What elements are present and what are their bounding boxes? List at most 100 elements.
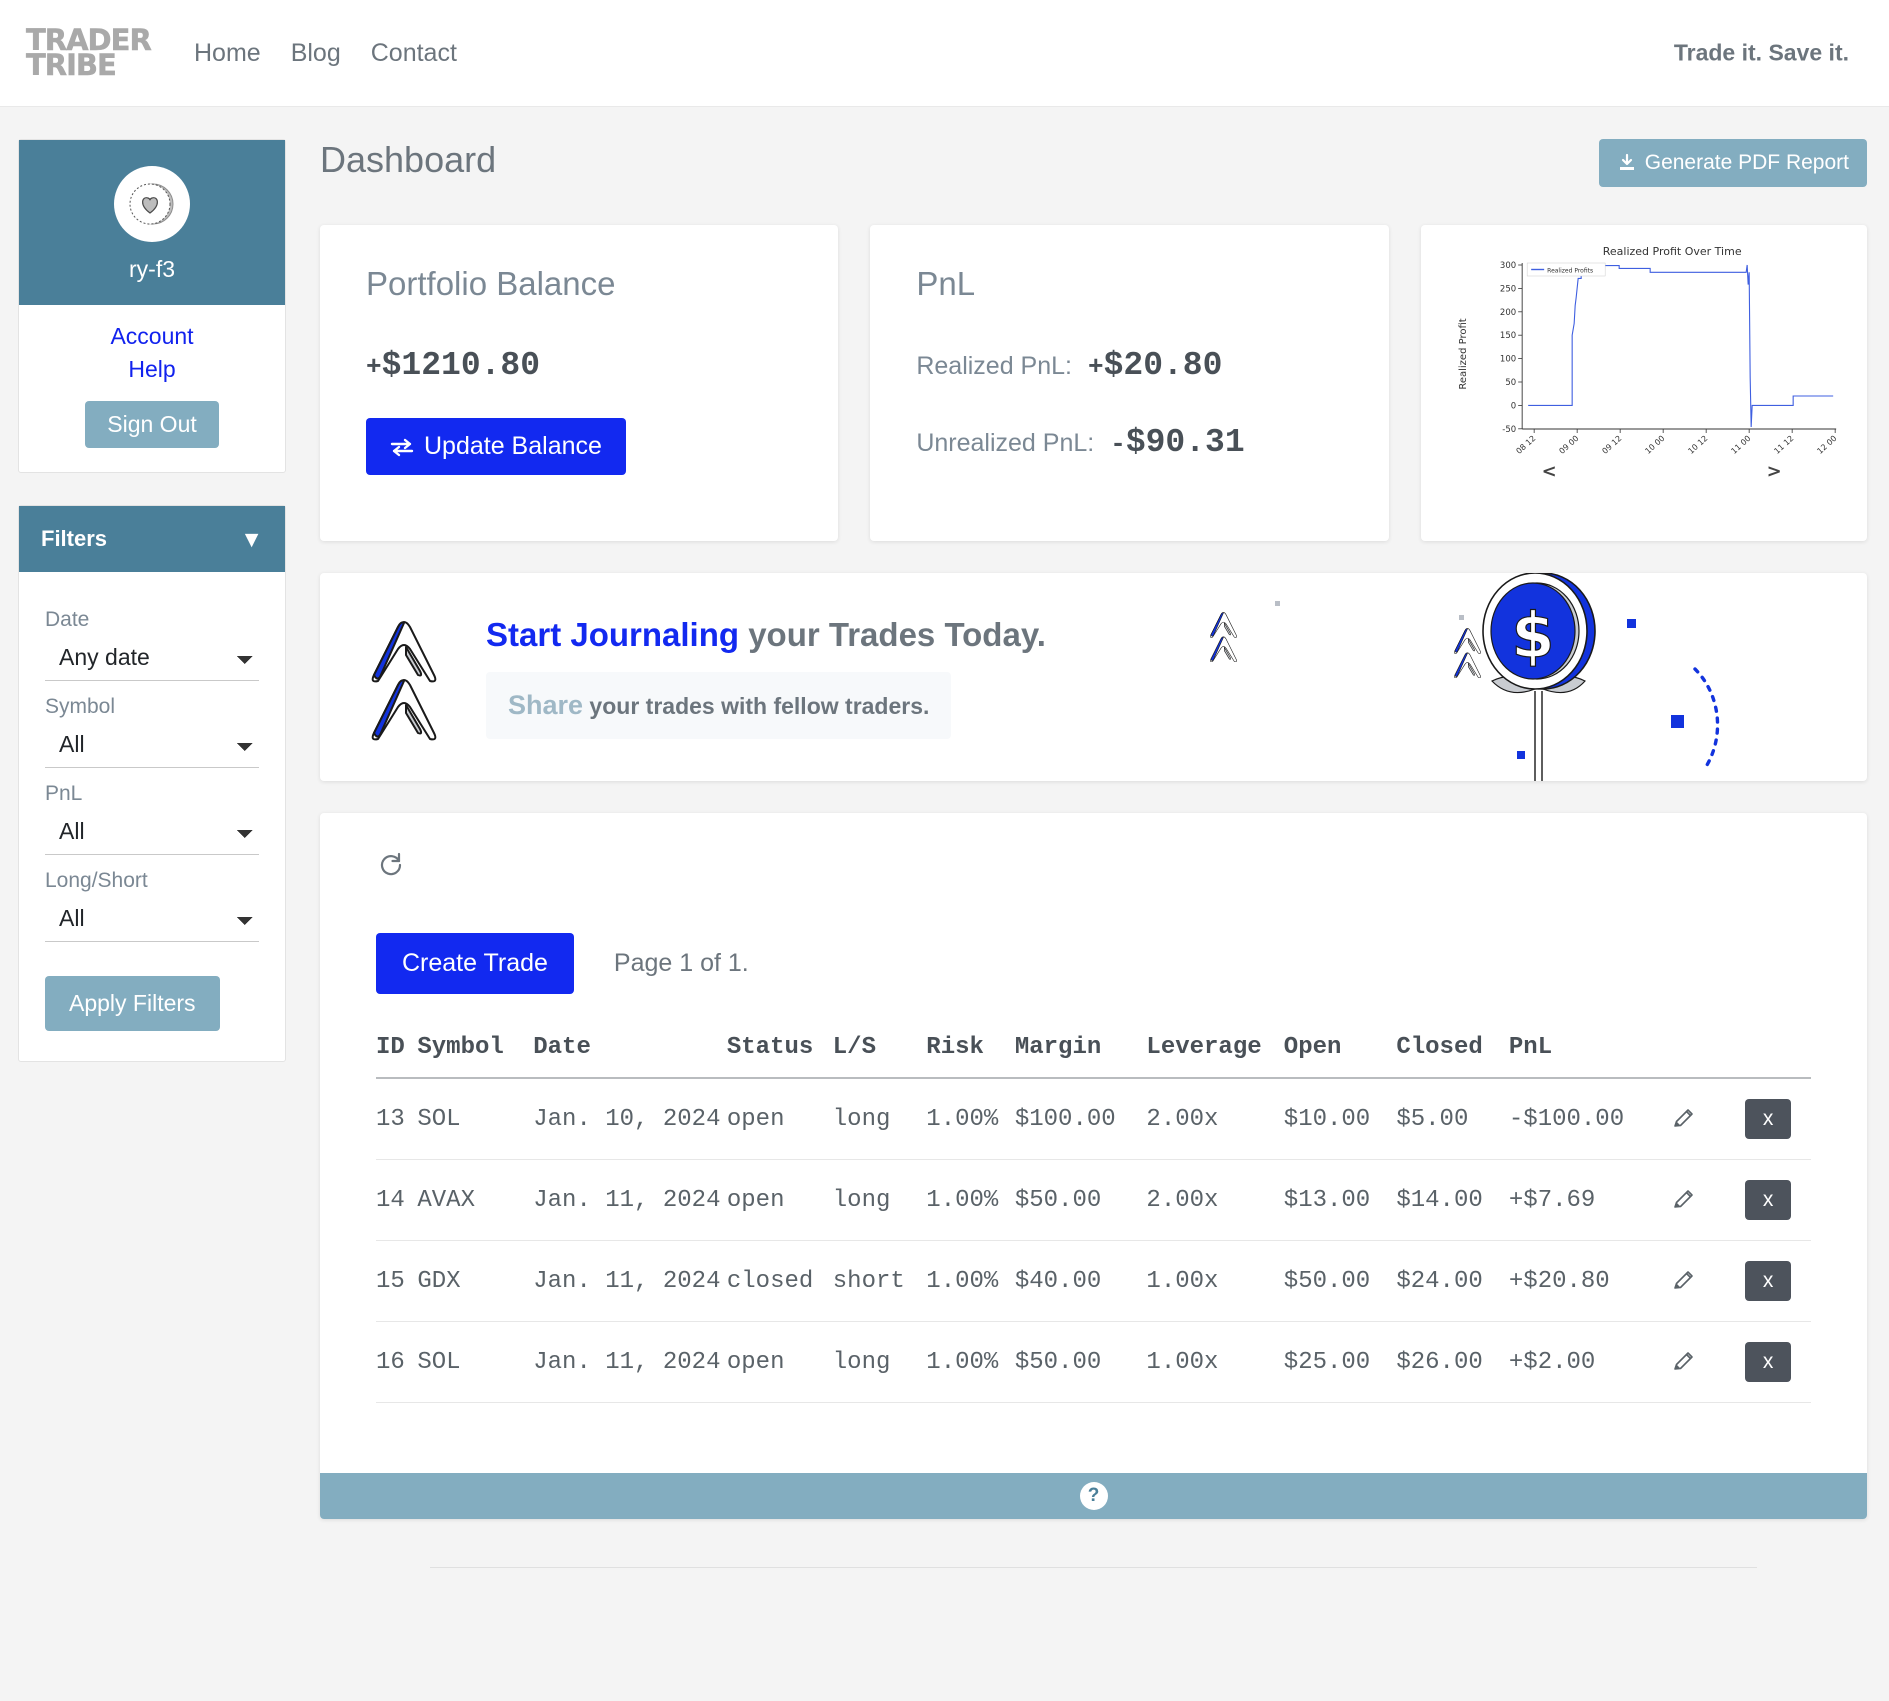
cell-symbol: SOL — [417, 1321, 534, 1403]
pencil-icon[interactable] — [1671, 1187, 1697, 1213]
chart-next-button[interactable]: > — [1766, 461, 1781, 482]
top-navbar: TRADER TRIBE Home Blog Contact Trade it.… — [0, 0, 1889, 107]
cell-delete: x — [1745, 1078, 1811, 1160]
create-trade-button[interactable]: Create Trade — [376, 933, 574, 994]
nav-link-blog[interactable]: Blog — [291, 39, 341, 68]
filter-label-longshort: Long/Short — [45, 869, 148, 892]
help-link[interactable]: Help — [19, 356, 285, 383]
nav-link-contact[interactable]: Contact — [371, 39, 457, 68]
cell-open: $10.00 — [1283, 1078, 1397, 1160]
pencil-icon[interactable] — [1671, 1106, 1697, 1132]
page-title: Dashboard — [320, 139, 497, 180]
filter-label-pnl: PnL — [45, 782, 83, 805]
heart-badge-icon — [129, 183, 174, 225]
realized-pnl-sign: + — [1087, 352, 1104, 382]
cell-pnl: +$7.69 — [1508, 1159, 1672, 1241]
cell-risk: 1.00% — [926, 1240, 1015, 1322]
cell-delete: x — [1745, 1240, 1811, 1322]
delete-trade-button[interactable]: x — [1745, 1342, 1792, 1382]
column-header-delete — [1745, 1034, 1811, 1079]
banner-subtext: Share your trades with fellow traders. — [486, 671, 952, 739]
cell-leverage: 2.00x — [1146, 1078, 1284, 1160]
stat-cards-row: Portfolio Balance +$1210.80 Update Balan… — [320, 225, 1867, 541]
profile-username: ry-f3 — [129, 256, 175, 282]
page-body: ry-f3 Account Help Sign Out Filters ▼ Da… — [0, 107, 1889, 1568]
cell-date: Jan. 11, 2024 — [533, 1321, 727, 1403]
cell-delete: x — [1745, 1159, 1811, 1241]
realized-profit-chart-card: Realized Profit Over Time Realized Profi… — [1420, 225, 1867, 541]
chart-title: Realized Profit Over Time — [1602, 245, 1741, 258]
cell-pnl: +$20.80 — [1508, 1240, 1672, 1322]
chevron-down-icon[interactable]: ▼ — [240, 527, 263, 551]
cell-leverage: 2.00x — [1146, 1159, 1284, 1241]
delete-trade-button[interactable]: x — [1745, 1099, 1792, 1139]
footer-divider — [430, 1567, 1757, 1568]
filter-select-pnl[interactable]: All — [45, 812, 259, 855]
cell-status: open — [726, 1321, 833, 1403]
column-header-closed: Closed — [1396, 1034, 1509, 1079]
filter-select-longshort[interactable]: All — [45, 899, 259, 942]
update-balance-button[interactable]: Update Balance — [366, 418, 626, 475]
cell-date: Jan. 10, 2024 — [533, 1078, 727, 1160]
filter-select-date[interactable]: Any date — [45, 638, 259, 681]
cell-date: Jan. 11, 2024 — [533, 1240, 727, 1322]
table-header-row: ID Symbol Date Status L/S Risk Margin Le… — [376, 1034, 1811, 1079]
cell-closed: $14.00 — [1396, 1159, 1509, 1241]
filter-select-symbol[interactable]: All — [45, 725, 259, 768]
unrealized-pnl-row: Unrealized PnL: -$90.31 — [916, 424, 1342, 461]
cell-id: 14 — [376, 1159, 418, 1241]
cell-risk: 1.00% — [926, 1321, 1015, 1403]
banner-subtext-strong: Share — [508, 689, 584, 720]
chart-series-realized-profits — [1527, 264, 1833, 428]
column-header-edit — [1671, 1034, 1746, 1079]
unrealized-pnl-label: Unrealized PnL: — [916, 429, 1095, 457]
column-header-ls: L/S — [832, 1034, 927, 1079]
filters-body: Date Any date Symbol All PnL All Long/Sh… — [19, 572, 285, 1061]
sign-out-button[interactable]: Sign Out — [85, 401, 219, 448]
banner-text: Start Journaling your Trades Today. Shar… — [486, 616, 1046, 739]
cell-margin: $50.00 — [1014, 1159, 1147, 1241]
chart-xtick-3: 10 00 — [1643, 434, 1666, 456]
column-header-margin: Margin — [1014, 1034, 1147, 1079]
cell-symbol: AVAX — [417, 1159, 534, 1241]
trades-panel: Create Trade Page 1 of 1. ID Symbol Date… — [320, 813, 1867, 1519]
pencil-icon[interactable] — [1671, 1268, 1697, 1294]
refresh-icon[interactable] — [376, 849, 406, 879]
nav-link-home[interactable]: Home — [194, 39, 261, 68]
pencil-icon[interactable] — [1671, 1349, 1697, 1375]
delete-trade-button[interactable]: x — [1745, 1180, 1792, 1220]
apply-filters-button[interactable]: Apply Filters — [45, 976, 220, 1031]
cell-edit — [1671, 1159, 1746, 1241]
brand-logo[interactable]: TRADER TRIBE — [26, 25, 152, 79]
journaling-banner: Start Journaling your Trades Today. Shar… — [320, 573, 1867, 781]
cell-edit — [1671, 1078, 1746, 1160]
generate-pdf-report-button[interactable]: Generate PDF Report — [1598, 139, 1867, 187]
account-link[interactable]: Account — [19, 323, 285, 350]
chart-prev-button[interactable]: < — [1541, 461, 1556, 482]
chart-xtick-5: 11 00 — [1729, 434, 1752, 456]
cell-status: open — [726, 1159, 833, 1241]
portfolio-balance-sign: + — [366, 352, 382, 382]
refresh-row — [320, 849, 1867, 879]
cell-delete: x — [1745, 1321, 1811, 1403]
unrealized-pnl-value: $90.31 — [1125, 424, 1245, 461]
cell-id: 15 — [376, 1240, 418, 1322]
profile-header: ry-f3 — [19, 140, 285, 305]
svg-text:$: $ — [1511, 599, 1554, 672]
cell-risk: 1.00% — [926, 1159, 1015, 1241]
cell-open: $25.00 — [1283, 1321, 1397, 1403]
chart-xtick-4: 10 12 — [1686, 434, 1709, 456]
delete-trade-button[interactable]: x — [1745, 1261, 1792, 1301]
filters-title: Filters — [41, 526, 108, 551]
portfolio-balance-value-row: +$1210.80 — [366, 347, 792, 384]
chart-ytick-150: 150 — [1500, 331, 1516, 341]
question-mark-icon[interactable]: ? — [1079, 1482, 1108, 1510]
trades-table: ID Symbol Date Status L/S Risk Margin Le… — [376, 1034, 1811, 1403]
cell-margin: $50.00 — [1014, 1321, 1147, 1403]
chart-ytick-250: 250 — [1500, 284, 1516, 294]
column-header-id: ID — [376, 1034, 418, 1079]
cell-closed: $26.00 — [1396, 1321, 1509, 1403]
chart-ytick-200: 200 — [1500, 308, 1516, 318]
filters-header[interactable]: Filters ▼ — [19, 506, 285, 572]
column-header-open: Open — [1283, 1034, 1397, 1079]
